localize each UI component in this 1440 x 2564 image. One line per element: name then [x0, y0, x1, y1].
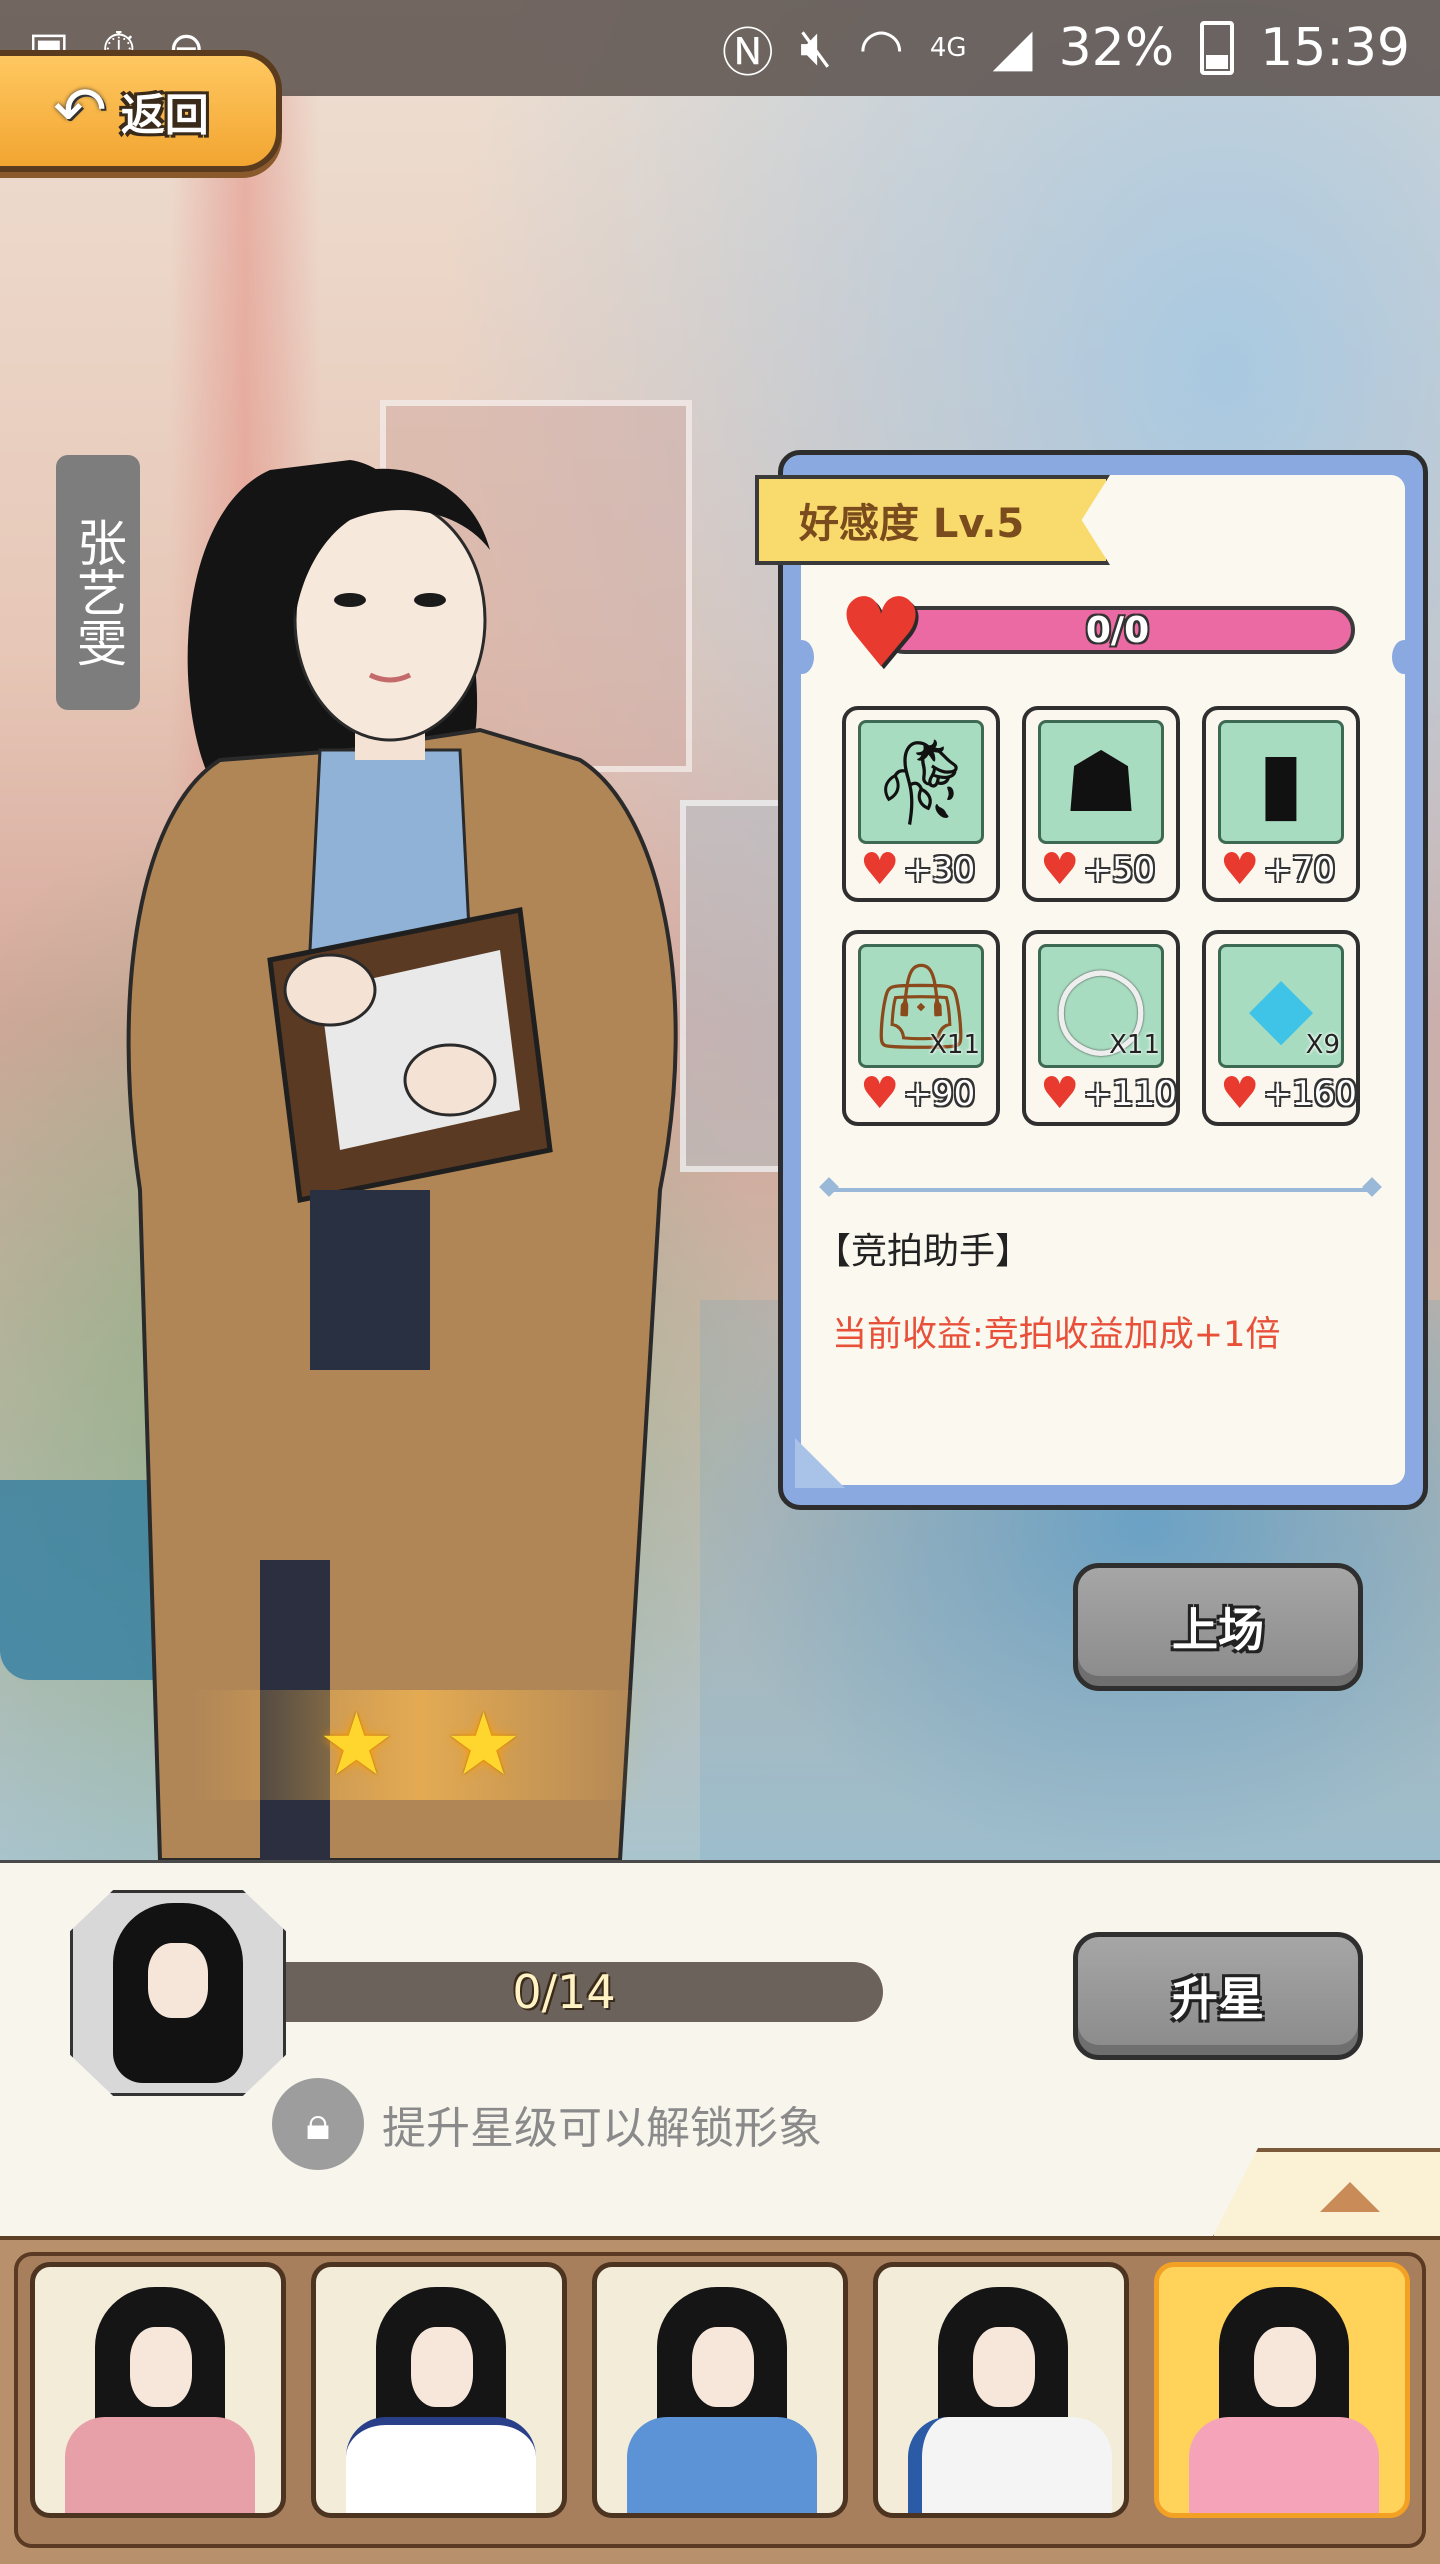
gift-reward-value: +160 [1263, 1074, 1357, 1114]
skill-title: 【竞拍助手】 [815, 1231, 1032, 1272]
deploy-button[interactable]: 上场 [1073, 1563, 1363, 1691]
nfc-icon: Ⓝ [721, 23, 774, 84]
back-arrow-icon: ↶ [53, 74, 107, 148]
shard-progress-text: 0/14 [512, 1965, 616, 2019]
gift-count: X11 [929, 1030, 980, 1060]
character-card-outfit [627, 2417, 817, 2513]
puzzle-portrait-face [148, 1943, 208, 2018]
character-card-outfit [346, 2417, 536, 2513]
affection-progress-text: 0/0 [1085, 609, 1150, 651]
gift-necklace[interactable]: ◯ X11 ♥ +110 [1022, 930, 1180, 1126]
unlock-hint: 🔒︎ 提升星级可以解锁形象 [272, 2078, 822, 2170]
star-up-button[interactable]: 升星 [1073, 1932, 1363, 2060]
gift-reward: ♥ +30 [860, 848, 975, 892]
gift-diamond[interactable]: ◆ X9 ♥ +160 [1202, 930, 1360, 1126]
gift-lipstick[interactable]: ▮ ♥ +70 [1202, 706, 1360, 902]
wifi-icon: ◠ [858, 18, 904, 78]
clock: 15:39 [1260, 18, 1410, 78]
gift-handbag[interactable]: 👜︎ X11 ♥ +90 [842, 930, 1000, 1126]
character-card[interactable] [30, 2262, 286, 2518]
gift-reward-value: +50 [1083, 850, 1156, 890]
chevron-up-icon [1320, 2182, 1380, 2212]
skill-description: 当前收益:竞拍收益加成+1倍 [832, 1315, 1281, 1355]
affection-progress-bar: 0/0 [880, 606, 1355, 654]
gift-reward-value: +110 [1083, 1074, 1177, 1114]
battery-icon [1200, 21, 1235, 75]
network-label: 4G [929, 33, 967, 63]
heart-icon: ♥ [1040, 1068, 1080, 1119]
gift-reward: ♥ +160 [1220, 1072, 1357, 1116]
heart-icon: ♥ [1040, 844, 1080, 895]
cake-icon: ☗ [1038, 720, 1164, 844]
gift-rose[interactable]: 🥀︎ ♥ +30 [842, 706, 1000, 902]
gift-count: X11 [1109, 1030, 1160, 1060]
character-card[interactable] [311, 2262, 567, 2518]
panel-side-dot [790, 640, 814, 674]
lipstick-icon: ▮ [1218, 720, 1344, 844]
back-button[interactable]: ↶ 返回 [0, 50, 282, 172]
unlock-hint-text: 提升星级可以解锁形象 [382, 2103, 822, 2154]
character-card-outfit [1189, 2417, 1379, 2513]
gift-count: X9 [1305, 1030, 1340, 1060]
panel-side-dot [1392, 640, 1416, 674]
character-card-outfit [908, 2417, 1112, 2513]
gift-reward: ♥ +70 [1220, 848, 1335, 892]
character-card-outfit [65, 2417, 255, 2513]
character-card-face [973, 2327, 1035, 2407]
gift-reward: ♥ +50 [1040, 848, 1155, 892]
back-button-label: 返回 [120, 90, 209, 141]
character-card-selected[interactable] [1154, 2262, 1410, 2518]
star-icon: ★ [317, 1695, 395, 1795]
mute-icon: 🔇︎ [799, 17, 833, 78]
character-card-face [692, 2327, 754, 2407]
shard-progress-bar: 0/14 [245, 1962, 883, 2022]
character-illustration [126, 460, 678, 1860]
character-card-face [130, 2327, 192, 2407]
gift-reward-value: +70 [1263, 850, 1336, 890]
gift-reward-value: +90 [903, 1074, 976, 1114]
panel-divider [828, 1188, 1373, 1192]
rose-icon: 🥀︎ [858, 720, 984, 844]
heart-icon: ♥ [860, 844, 900, 895]
puzzle-shard-icon [70, 1890, 286, 2096]
character-card[interactable] [592, 2262, 848, 2518]
character-card-face [411, 2327, 473, 2407]
gift-reward-value: +30 [903, 850, 976, 890]
character-card-face [1254, 2327, 1316, 2407]
heart-icon: ♥ [1220, 844, 1260, 895]
heart-icon: ♥ [838, 577, 925, 689]
heart-icon: ♥ [1220, 1068, 1260, 1119]
gift-reward: ♥ +110 [1040, 1072, 1177, 1116]
star-rating: ★ ★ [190, 1690, 650, 1800]
gift-reward: ♥ +90 [860, 1072, 975, 1116]
battery-percent: 32% [1058, 18, 1175, 78]
lock-icon: 🔒︎ [272, 2078, 364, 2170]
star-icon: ★ [445, 1695, 523, 1795]
character-card[interactable] [873, 2262, 1129, 2518]
gift-cake[interactable]: ☗ ♥ +50 [1022, 706, 1180, 902]
signal-icon: ◢ [992, 18, 1033, 78]
affection-level-label: 好感度 Lv.5 [755, 475, 1110, 565]
heart-icon: ♥ [860, 1068, 900, 1119]
